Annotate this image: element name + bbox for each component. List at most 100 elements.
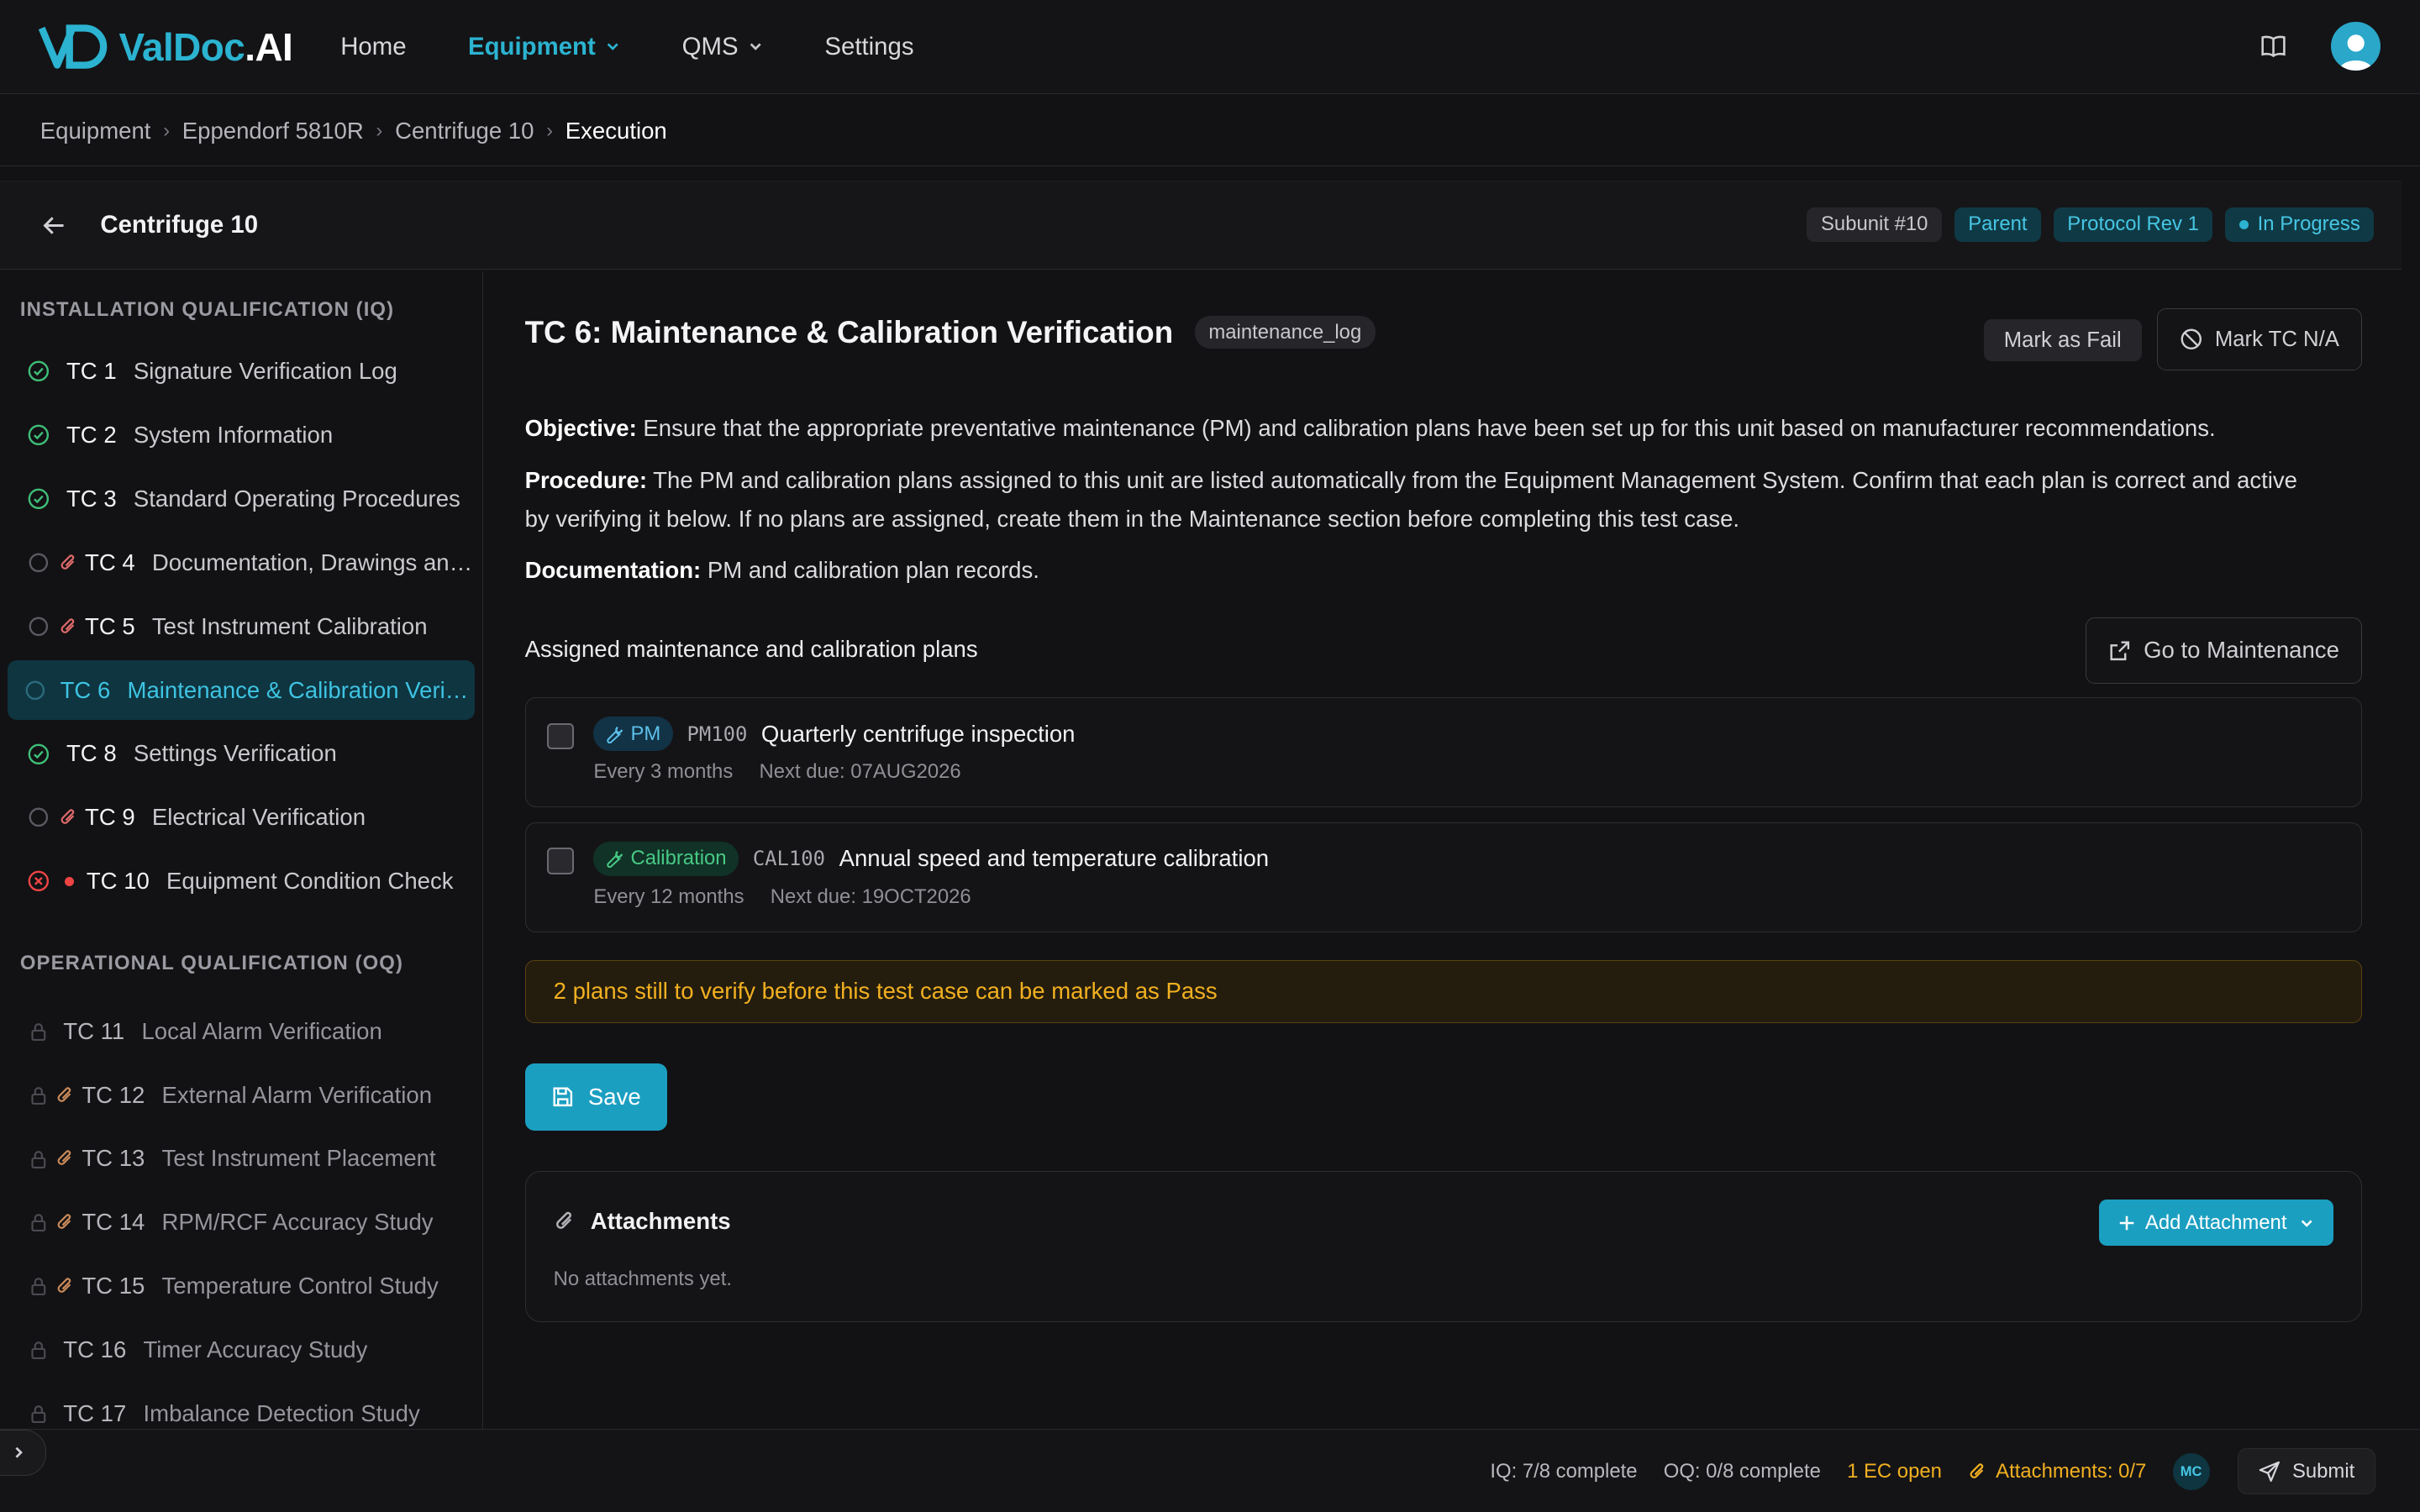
submit-button[interactable]: Submit	[2237, 1448, 2376, 1495]
ban-icon	[2181, 328, 2202, 350]
arrow-left-icon[interactable]	[40, 212, 68, 239]
plan-schedule: Every 12 months Next due: 19OCT2026	[593, 885, 971, 908]
chevron-right-icon: ›	[163, 118, 171, 142]
iq-section-label: INSTALLATION QUALIFICATION (IQ)	[19, 297, 395, 321]
plan-title: Quarterly centrifuge inspection	[760, 720, 1076, 747]
lock-icon	[31, 1278, 46, 1296]
top-navbar: ValDoc.AI Home Equipment QMS Settings	[0, 0, 2420, 95]
x-circle-icon	[28, 870, 50, 892]
tc-item-locked[interactable]: TC 13 Test Instrument Placement	[8, 1129, 475, 1189]
test-case-sidebar: INSTALLATION QUALIFICATION (IQ) TC 1 Sign…	[0, 271, 483, 1430]
empty-circle-icon	[29, 617, 49, 636]
plan-code: PM100	[687, 722, 748, 746]
procedure-text: Procedure: The PM and calibration plans …	[524, 467, 2297, 533]
user-avatar[interactable]	[2330, 21, 2381, 71]
breadcrumb-model[interactable]: Eppendorf 5810R	[182, 118, 364, 144]
execution-header: Centrifuge 10 Subunit #10 Parent Protoco…	[0, 180, 2402, 270]
plan-checkbox[interactable]	[547, 848, 574, 874]
tc-item[interactable]: TC 1 Signature Verification Log	[8, 341, 475, 402]
tc-item-active[interactable]: TC 6Maintenance & Calibration Verificati…	[8, 659, 475, 721]
nav-qms[interactable]: QMS	[682, 33, 763, 61]
plan-title: Annual speed and temperature calibration	[839, 845, 1270, 872]
tc-item-locked[interactable]: TC 14 RPM/RCF Accuracy Study	[8, 1192, 475, 1252]
user-initials-avatar[interactable]: MC	[2172, 1452, 2210, 1490]
lock-icon	[31, 1341, 46, 1360]
tc-item-locked[interactable]: TC 17 Imbalance Detection Study	[8, 1383, 475, 1429]
status-badge: In Progress	[2225, 207, 2375, 242]
protocol-badge: Protocol Rev 1	[2053, 207, 2213, 242]
empty-circle-icon	[29, 807, 49, 827]
breadcrumb-unit[interactable]: Centrifuge 10	[395, 118, 534, 144]
attachments-count[interactable]: Attachments: 0/7	[1968, 1460, 2146, 1483]
test-case-title: TC 6: Maintenance & Calibration Verifica…	[524, 314, 1174, 349]
chevron-right-icon	[15, 1447, 23, 1459]
paperclip-icon	[60, 809, 75, 825]
chevron-down-icon	[2301, 1220, 2312, 1227]
add-attachment-button[interactable]: Add Attachment	[2098, 1200, 2333, 1247]
attachments-empty-text: No attachments yet.	[553, 1268, 732, 1291]
save-button[interactable]: Save	[524, 1063, 667, 1131]
mark-na-button[interactable]: Mark TC N/A	[2156, 308, 2362, 370]
paperclip-icon	[57, 1086, 71, 1102]
send-icon	[2259, 1461, 2280, 1482]
nav-equipment[interactable]: Equipment	[468, 33, 620, 61]
tc-item-locked[interactable]: TC 15 Temperature Control Study	[8, 1256, 475, 1316]
tc-item[interactable]: TC 10 Equipment Condition Check	[8, 851, 475, 911]
iq-progress: IQ: 7/8 complete	[1490, 1459, 1638, 1483]
check-circle-icon	[28, 424, 50, 446]
save-icon	[553, 1087, 572, 1107]
oq-section-label: OPERATIONAL QUALIFICATION (OQ)	[19, 951, 404, 974]
oq-progress: OQ: 0/8 complete	[1663, 1459, 1821, 1483]
plan-schedule: Every 3 months Next due: 07AUG2026	[593, 759, 961, 783]
tc-item-locked[interactable]: TC 11 Local Alarm Verification	[8, 1001, 475, 1062]
tc-item[interactable]: TC 9 Electrical Verification	[8, 787, 475, 848]
nav-settings[interactable]: Settings	[824, 33, 913, 61]
assigned-plans-label: Assigned maintenance and calibration pla…	[524, 635, 978, 662]
objective-text: Objective: Ensure that the appropriate p…	[524, 414, 2216, 441]
tc-item[interactable]: TC 3 Standard Operating Procedures	[8, 469, 475, 529]
book-open-icon[interactable]	[2260, 33, 2287, 60]
parent-badge: Parent	[1954, 207, 2042, 242]
tc-item-locked[interactable]: TC 16 Timer Accuracy Study	[8, 1320, 475, 1380]
breadcrumb-equipment[interactable]: Equipment	[40, 118, 151, 144]
wrench-icon	[607, 726, 623, 743]
ec-open-count[interactable]: 1 EC open	[1847, 1460, 1942, 1483]
attachments-panel: Attachments No attachments yet. Add Atta…	[524, 1171, 2362, 1323]
paperclip-icon	[60, 554, 75, 570]
calibration-type-pill: Calibration	[593, 842, 739, 876]
documentation-text: Documentation: PM and calibration plan r…	[524, 556, 1039, 583]
lock-icon	[31, 1405, 46, 1424]
breadcrumb-current: Execution	[565, 117, 667, 144]
paperclip-icon	[57, 1150, 71, 1166]
verification-warning: 2 plans still to verify before this test…	[524, 959, 2362, 1023]
chevron-down-icon	[750, 43, 761, 51]
tc-item[interactable]: TC 4Documentation, Drawings and Manuals	[8, 533, 475, 593]
check-circle-icon	[28, 361, 50, 382]
check-circle-icon	[28, 743, 50, 764]
tc-item[interactable]: TC 5 Test Instrument Calibration	[8, 596, 475, 657]
tc-item-locked[interactable]: TC 12 External Alarm Verification	[8, 1065, 475, 1126]
logo-text: ValDoc.AI	[118, 24, 293, 69]
plan-checkbox[interactable]	[547, 722, 574, 749]
app-logo[interactable]: ValDoc.AI	[38, 0, 293, 94]
pm-type-pill: PM	[593, 717, 673, 751]
nav-home[interactable]: Home	[340, 33, 406, 61]
test-case-type-tag: maintenance_log	[1194, 316, 1376, 349]
expand-sidebar-button[interactable]	[0, 1430, 47, 1477]
plan-card: Calibration CAL100 Annual speed and temp…	[524, 822, 2362, 932]
user-icon	[2338, 34, 2373, 71]
paperclip-icon	[1970, 1463, 1984, 1478]
paperclip-icon	[57, 1278, 71, 1293]
tc-item[interactable]: TC 2 System Information	[8, 405, 475, 465]
paperclip-icon	[57, 1214, 71, 1230]
breadcrumb: Equipment › Eppendorf 5810R › Centrifuge…	[0, 96, 2420, 167]
lock-icon	[31, 1214, 46, 1232]
check-circle-icon	[28, 488, 50, 510]
mark-fail-button[interactable]: Mark as Fail	[1983, 319, 2142, 361]
go-to-maintenance-button[interactable]: Go to Maintenance	[2086, 617, 2362, 684]
lock-icon	[31, 1086, 46, 1105]
tc-item[interactable]: TC 8 Settings Verification	[8, 724, 475, 785]
empty-circle-icon	[29, 553, 49, 573]
chevron-right-icon: ›	[376, 118, 383, 142]
attachments-title: Attachments	[554, 1208, 731, 1235]
